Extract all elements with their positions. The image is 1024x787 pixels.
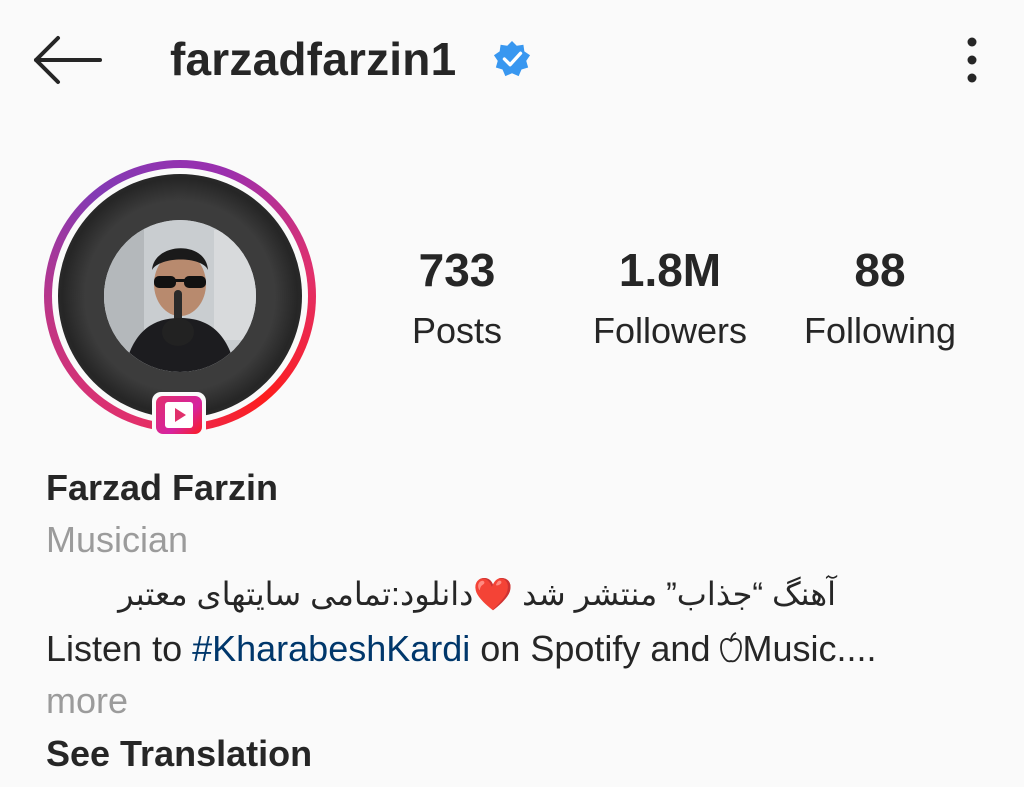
following-value: 88 <box>854 244 906 296</box>
igtv-play-icon <box>165 402 193 428</box>
bio-text-after: on Spotify and <box>470 628 721 669</box>
category-label: Musician <box>46 519 189 560</box>
full-name: Farzad Farzin <box>46 467 279 508</box>
bio-persian-part-a: آهنگ “جذاب” منتشر شد <box>513 576 836 612</box>
bio-persian-line: آهنگ “جذاب” منتشر شد ❤️دانلود:تمامی سایت… <box>46 566 836 622</box>
profile-header: farzadfarzin1 <box>0 0 1024 120</box>
avatar <box>104 220 256 372</box>
posts-label: Posts <box>411 310 503 351</box>
bio-english-line: Listen to #KharabeshKardi on Spotify and… <box>46 622 1006 676</box>
verified-badge-icon <box>493 40 531 77</box>
bio-text-end: Music.... <box>742 628 877 669</box>
back-button[interactable] <box>28 30 108 90</box>
profile-bio: Farzad Farzin Musician آهنگ “جذاب” منتشر… <box>46 462 1006 782</box>
posts-count[interactable]: 733 Posts <box>387 240 527 362</box>
followers-count[interactable]: 1.8M Followers <box>575 240 765 362</box>
hashtag-link[interactable]: #KharabeshKardi <box>192 628 470 669</box>
username-title: farzadfarzin1 <box>170 33 457 85</box>
posts-value: 733 <box>418 244 496 296</box>
bio-persian-part-b: دانلود:تمامی سایتهای معتبر <box>118 576 474 612</box>
heart-emoji-icon: ❤️ <box>473 576 514 612</box>
followers-label: Followers <box>592 310 748 351</box>
bio-text-before: Listen to <box>46 628 193 669</box>
more-link[interactable]: more <box>46 676 1006 726</box>
igtv-badge[interactable] <box>152 392 206 438</box>
profile-picture[interactable] <box>44 160 316 438</box>
following-label: Following <box>803 310 957 351</box>
see-translation-link[interactable]: See Translation <box>46 726 1006 782</box>
apple-icon <box>720 632 743 663</box>
more-vertical-icon <box>967 37 977 83</box>
following-count[interactable]: 88 Following <box>790 240 970 362</box>
back-arrow-icon <box>34 36 102 84</box>
options-menu-button[interactable] <box>952 30 992 90</box>
followers-value: 1.8M <box>618 244 722 296</box>
